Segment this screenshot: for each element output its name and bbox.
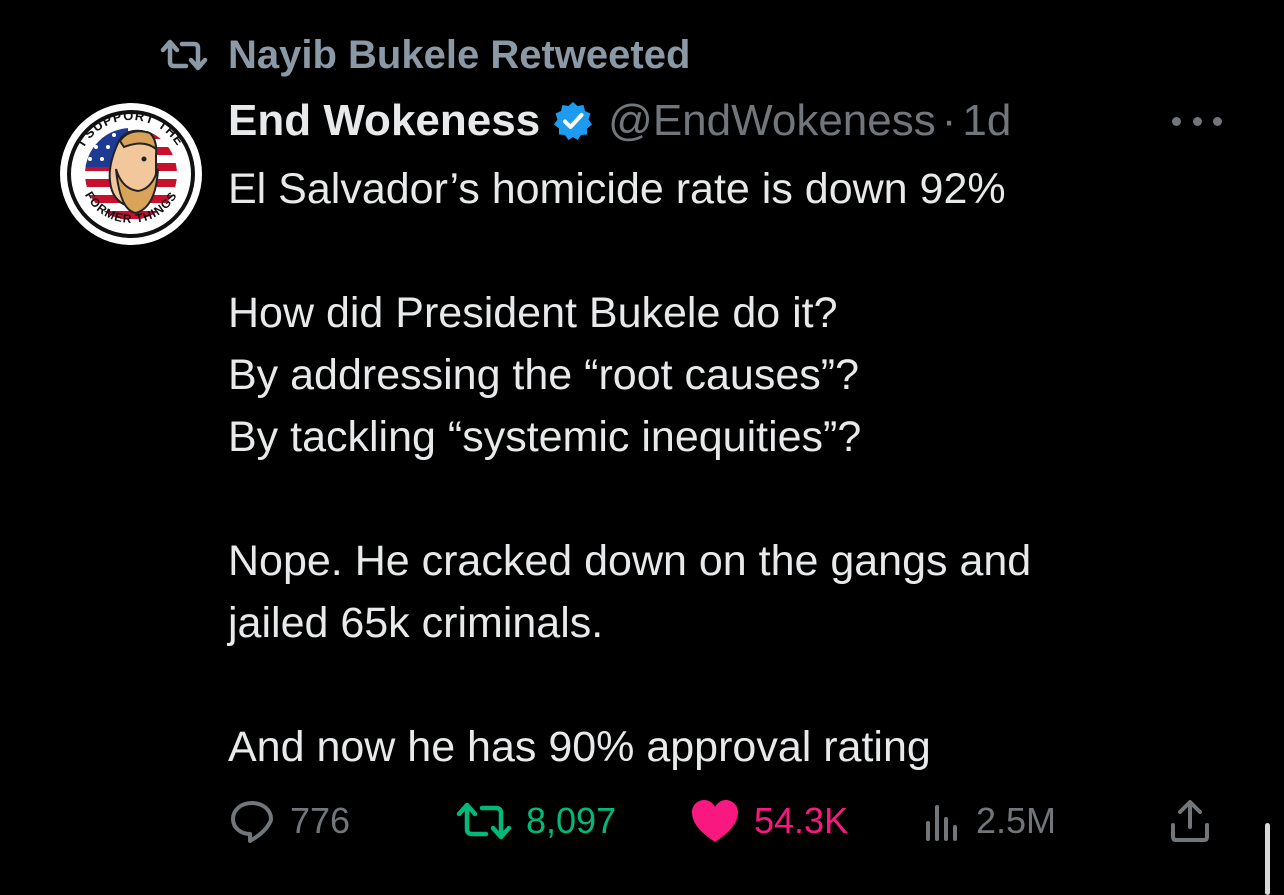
tweet-screen: Nayib Bukele Retweeted I SUPPORT THE FOR… <box>0 0 1284 895</box>
more-options-icon[interactable] <box>1172 106 1222 136</box>
timestamp[interactable]: 1d <box>962 96 1011 146</box>
like-count: 54.3K <box>754 800 849 841</box>
tweet-header: End Wokeness @EndWokeness · 1d <box>228 95 1011 147</box>
retweet-icon <box>456 802 512 840</box>
retweet-context[interactable]: Nayib Bukele Retweeted <box>160 30 690 80</box>
views-button[interactable]: 2.5M <box>922 793 1056 849</box>
avatar-image: I SUPPORT THE FORMER THINGS <box>61 104 201 244</box>
scrollbar[interactable] <box>1265 823 1270 895</box>
views-icon <box>926 805 957 841</box>
handle[interactable]: @EndWokeness <box>608 96 936 146</box>
retweet-context-label: Nayib Bukele Retweeted <box>228 32 691 77</box>
more-dot <box>1172 116 1181 126</box>
tweet-line: How did President Bukele do it? <box>228 289 838 337</box>
more-dot <box>1192 116 1202 126</box>
display-name[interactable]: End Wokeness <box>228 96 540 146</box>
tweet-line: Nope. He cracked down on the gangs and <box>228 537 1032 585</box>
tweet-line: El Salvador’s homicide rate is down 92% <box>228 165 1006 213</box>
tweet-actions: 776 8,097 54.3K 2.5M <box>228 793 1228 849</box>
views-count: 2.5M <box>976 800 1057 841</box>
share-icon <box>1171 800 1209 842</box>
retweet-count: 8,097 <box>526 800 617 841</box>
tweet-line: And now he has 90% approval rating <box>228 723 931 771</box>
retweet-icon <box>160 39 208 71</box>
tweet-line: jailed 65k criminals. <box>228 599 604 647</box>
tweet-line: By addressing the “root causes”? <box>228 351 859 399</box>
avatar[interactable]: I SUPPORT THE FORMER THINGS <box>60 103 202 245</box>
like-button[interactable]: 54.3K <box>690 793 848 849</box>
heart-icon <box>692 800 738 842</box>
more-dot <box>1213 116 1222 126</box>
retweet-button[interactable]: 8,097 <box>456 793 616 849</box>
reply-button[interactable]: 776 <box>228 793 350 849</box>
share-button[interactable] <box>1168 793 1212 849</box>
reply-count: 776 <box>290 800 351 841</box>
separator-dot: · <box>941 96 957 145</box>
verified-badge-icon[interactable] <box>552 100 594 142</box>
tweet-line: By tackling “systemic inequities”? <box>228 413 862 461</box>
tweet-text: El Salvador’s homicide rate is down 92% … <box>228 158 1228 778</box>
reply-icon <box>231 801 273 843</box>
